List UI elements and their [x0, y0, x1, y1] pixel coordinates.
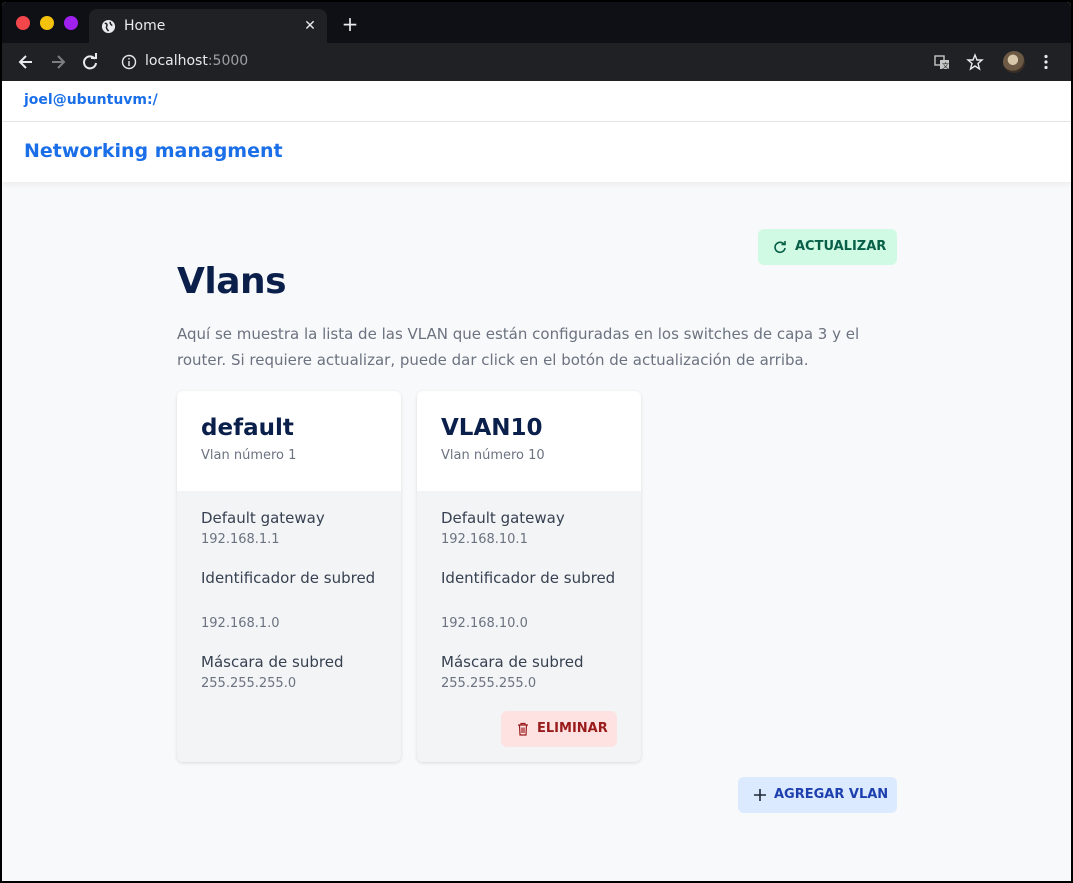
- tab-title: Home: [124, 18, 166, 34]
- info-icon[interactable]: [121, 54, 137, 70]
- vlan-card-header: default Vlan número 1: [177, 391, 401, 491]
- trash-icon: [518, 722, 528, 736]
- vlan-name: default: [201, 415, 294, 441]
- close-window-button[interactable]: [16, 16, 30, 30]
- mask-value: 255.255.255.0: [441, 676, 537, 691]
- vlan-name: VLAN10: [441, 415, 543, 441]
- gateway-label: Default gateway: [201, 509, 325, 527]
- mask-label: Máscara de subred: [201, 653, 344, 671]
- new-tab-button[interactable]: +: [340, 14, 360, 34]
- bookmark-star-icon[interactable]: [966, 53, 984, 71]
- page: joel@ubuntuvm:/ Networking managment ACT…: [2, 81, 1071, 881]
- top-bar: joel@ubuntuvm:/: [2, 81, 1071, 122]
- forward-icon[interactable]: [48, 52, 68, 72]
- tab-bar: Home ✕ +: [2, 2, 1071, 43]
- close-tab-icon[interactable]: ✕: [301, 17, 319, 35]
- subnet-id-label: Identificador de subred: [441, 569, 616, 587]
- url-port: :5000: [207, 53, 249, 69]
- gateway-value: 192.168.10.1: [441, 532, 528, 547]
- refresh-icon: [774, 241, 786, 254]
- address-bar[interactable]: localhost:5000: [145, 53, 248, 69]
- subnet-id-value: 192.168.10.0: [441, 616, 528, 631]
- plus-icon: [754, 789, 766, 801]
- subnet-id-label: Identificador de subred: [201, 569, 376, 587]
- app-header: Networking managment: [2, 122, 1071, 182]
- brand-title[interactable]: Networking managment: [24, 140, 283, 162]
- update-button-label: ACTUALIZAR: [795, 239, 887, 254]
- update-button[interactable]: ACTUALIZAR: [758, 229, 897, 265]
- vlan-number: Vlan número 10: [441, 448, 545, 463]
- translate-icon[interactable]: 文: [933, 53, 951, 71]
- url-host: localhost: [145, 53, 208, 69]
- minimize-window-button[interactable]: [40, 16, 54, 30]
- subnet-id-value: 192.168.1.0: [201, 616, 280, 631]
- gateway-value: 192.168.1.1: [201, 532, 280, 547]
- vlan-card: default Vlan número 1 Default gateway 19…: [177, 391, 401, 762]
- page-title: Vlans: [177, 261, 287, 302]
- add-vlan-button[interactable]: AGREGAR VLAN: [738, 777, 897, 813]
- mask-label: Máscara de subred: [441, 653, 584, 671]
- browser-toolbar: localhost:5000 文: [2, 43, 1071, 81]
- profile-avatar[interactable]: [1003, 51, 1025, 73]
- page-description: Aquí se muestra la lista de las VLAN que…: [177, 325, 860, 369]
- gateway-label: Default gateway: [441, 509, 565, 527]
- vlan-number: Vlan número 1: [201, 448, 297, 463]
- reload-icon[interactable]: [80, 52, 100, 72]
- vlan-card-header: VLAN10 Vlan número 10: [417, 391, 641, 491]
- vlan-card: VLAN10 Vlan número 10 Default gateway 19…: [417, 391, 641, 762]
- globe-icon: [101, 19, 116, 34]
- user-host-label: joel@ubuntuvm:/: [24, 92, 158, 108]
- menu-kebab-icon[interactable]: [1043, 54, 1049, 70]
- delete-button-label: ELIMINAR: [537, 721, 608, 736]
- back-icon[interactable]: [16, 52, 36, 72]
- maximize-window-button[interactable]: [64, 16, 78, 30]
- delete-vlan-button[interactable]: ELIMINAR: [501, 711, 617, 747]
- browser-tab[interactable]: Home ✕: [89, 9, 327, 43]
- svg-text:文: 文: [942, 61, 949, 70]
- browser-window: Home ✕ + localhost:5000 文 joel@ubuntuvm:…: [2, 2, 1071, 881]
- mask-value: 255.255.255.0: [201, 676, 297, 691]
- add-vlan-label: AGREGAR VLAN: [774, 787, 889, 802]
